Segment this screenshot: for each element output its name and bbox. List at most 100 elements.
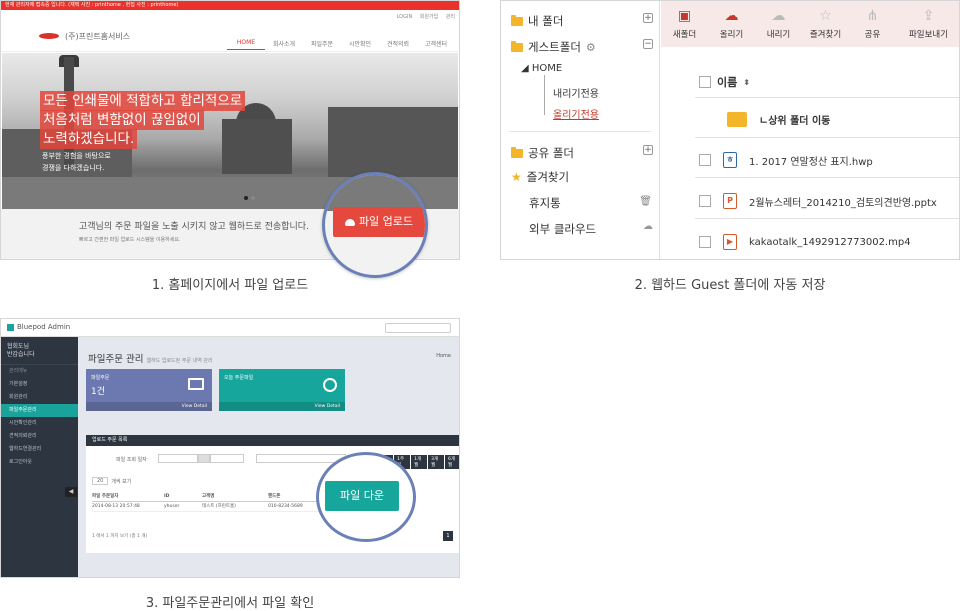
date-to-input[interactable] [210,454,244,463]
tree-download-only[interactable]: 내리기전용 [553,85,599,100]
admin-link[interactable]: 관리 [446,14,455,20]
favorite-button[interactable]: ☆ 즐겨찾기 [802,1,849,47]
table-row[interactable]: 2014-08-13 20:57:48 yhuser 테스트 (프린트홈) 01… [92,502,348,512]
hwp-file-icon: ㅎ [723,152,737,168]
pagination-current[interactable]: 1 [443,531,453,541]
file-row[interactable]: P 2월뉴스레터_2014210_검토의견반영.pptx [699,193,937,209]
search-input[interactable] [385,323,451,333]
sidebar-collapse-icon[interactable]: ◀ [65,487,77,497]
admin-topbar: Bluepod Admin [1,319,459,337]
sidebar-divider [509,131,651,132]
trash-item[interactable]: 휴지통 [529,195,561,211]
file-list-header: 이름 ⬍ [699,74,750,90]
menu-logout[interactable]: 로그인아웃 [1,456,78,469]
join-link[interactable]: 회원가입 [420,14,438,20]
sort-icon[interactable]: ⬍ [743,78,750,87]
cell-customer: 테스트 (프린트홈) [202,504,236,509]
breadcrumb[interactable]: Home [436,353,451,359]
folder-icon [727,112,747,127]
column-name-header[interactable]: 이름 [717,74,737,90]
view-detail-link[interactable]: View Detail [86,402,212,411]
gear-icon[interactable]: ⚙ [586,41,596,54]
menu-quotes[interactable]: 견적의뢰관리 [1,430,78,443]
collapse-icon[interactable]: − [643,39,653,49]
file-upload-button[interactable]: 파일 업로드 [333,207,425,237]
nav-file-order[interactable]: 파일주문 [303,37,341,50]
view-detail-link[interactable]: View Detail [219,402,345,411]
login-link[interactable]: LOGIN [397,14,413,20]
guest-folder-label: 게스트폴더 [528,40,581,54]
company-name: (주)프린트홈서비스 [65,32,131,41]
share-button[interactable]: ⋔ 공유 [849,1,896,47]
pptx-file-icon: P [723,193,737,209]
nav-about[interactable]: 회사소개 [265,37,303,50]
download-button[interactable]: ☁ 내리기 [755,1,802,47]
date-from-input[interactable] [158,454,198,463]
menu-members[interactable]: 회원관리 [1,391,78,404]
menu-proofs[interactable]: 시안확인관리 [1,417,78,430]
row-checkbox[interactable] [699,154,711,166]
add-icon[interactable]: + [643,13,653,23]
shared-folder-item[interactable]: 공유 폴더 [511,145,574,161]
file-name: 2월뉴스레터_2014210_검토의견반영.pptx [749,197,937,209]
file-download-button[interactable]: 파일 다운 [325,481,399,511]
zoom-hero-part [325,175,425,211]
slider-dot[interactable] [244,196,248,200]
upload-button[interactable]: ☁ 올리기 [708,1,755,47]
row-checkbox[interactable] [699,195,711,207]
keyword-input[interactable] [256,454,346,463]
nav-quote[interactable]: 견적의뢰 [379,37,417,50]
col-customer[interactable]: 고객명 [202,492,268,501]
send-file-label: 파일보내기 [908,30,949,40]
guest-folder-item[interactable]: 게스트폴더 ⚙ [511,39,596,55]
tab-1month[interactable]: 1개월 [411,455,428,469]
menu-basic-settings[interactable]: 기본설정 [1,378,78,391]
nav-support[interactable]: 고객센터 [417,37,455,50]
my-folder-item[interactable]: 내 폴더 [511,13,563,29]
nav-proof[interactable]: 시안확인 [341,37,379,50]
tree-root[interactable]: ◢ HOME [521,63,562,74]
file-name: kakaotalk_1492912773002.mp4 [749,236,911,248]
col-id[interactable]: ID [164,492,202,501]
folder-icon [511,40,523,52]
share-icon: ⋔ [866,8,879,24]
box-title: 업로드 주문 목록 [86,435,459,446]
slider-dot[interactable] [251,196,255,200]
external-cloud-item[interactable]: 외부 클라우드 [529,221,596,237]
file-name: 1. 2017 연말정산 표지.hwp [749,156,873,168]
send-file-button[interactable]: ⇪ 파일보내기 [896,1,959,47]
row-checkbox[interactable] [699,236,711,248]
slider-dots[interactable] [244,196,255,200]
card-label: 파일주문 [91,375,110,381]
webhard-toolbar: ▣ 새폴더 ☁ 올리기 ☁ 내리기 ☆ 즐겨찾기 ⋔ 공유 ⇪ 파일보내기 [661,1,959,47]
tab-3months[interactable]: 3개월 [428,455,445,469]
user-name: 협회도님 [7,343,30,350]
user-box: 협회도님 반갑습니다 [1,337,78,365]
admin-title: Bluepod Admin [7,323,70,331]
file-upload-label: 파일 업로드 [358,215,414,228]
menu-file-orders[interactable]: 파일주문관리 [1,404,78,417]
site-header: (주)프린트홈서비스 HOME 회사소개 파일주문 시안확인 견적의뢰 고객센터 [1,24,459,52]
per-page-select[interactable]: 20 [92,477,109,485]
row-divider [695,218,959,219]
file-row[interactable]: ▶ kakaotalk_1492912773002.mp4 [699,234,911,250]
file-row[interactable]: ㅎ 1. 2017 연말정산 표지.hwp [699,152,873,168]
company-logo[interactable] [39,33,59,39]
new-folder-button[interactable]: ▣ 새폴더 [661,1,708,47]
add-icon[interactable]: + [643,145,653,155]
favorites-item[interactable]: ★ 즐겨찾기 [511,169,569,185]
row-divider [695,137,959,138]
download-label: 내리기 [766,30,791,40]
col-order-date[interactable]: 파일 주문일자 [92,492,164,501]
cloud-upload-icon [344,218,355,226]
parent-folder-row[interactable]: ㄴ상위 폴더 이동 [727,112,830,127]
order-table: 파일 주문일자 ID 고객명 핸드폰 2014-08-13 20:57:48 y… [92,492,348,512]
share-label: 공유 [864,30,881,40]
tab-6months[interactable]: 6개월 [445,455,459,469]
select-all-checkbox[interactable] [699,76,711,88]
upload-message: 고객님의 주문 파일을 노출 시키지 않고 웹하드로 전송합니다. [79,222,309,232]
nav-home[interactable]: HOME [227,37,265,50]
admin-sidebar: 협회도님 반갑습니다 관리메뉴 기본설정 회원관리 파일주문관리 시안확인관리 … [1,337,78,577]
tree-upload-only[interactable]: 올리기전용 [553,106,599,121]
menu-webhard[interactable]: 웹하드연결관리 [1,443,78,456]
